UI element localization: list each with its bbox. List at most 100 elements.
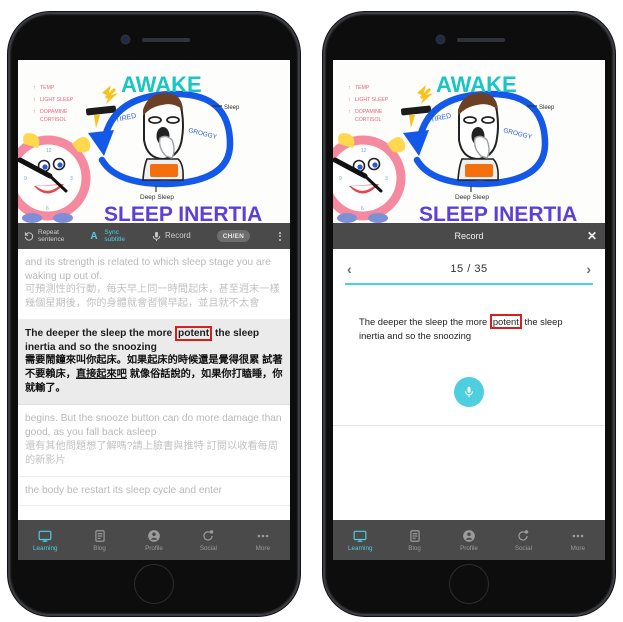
video-player-left[interactable]: 12 9 3 6 ↑ TEMP ↑ LIGHT SLEEP ↑ DOPAMINE CO… bbox=[18, 60, 290, 223]
tab-label: Social bbox=[199, 544, 217, 552]
subtitle-chinese: 還有其他問題想了解嗎?請上臉書與推特 訂閱以收看每周的新影片 bbox=[25, 440, 278, 466]
subtitle-list[interactable]: and its strength is related to which sle… bbox=[18, 249, 290, 520]
svg-text:Sleep: Sleep bbox=[224, 105, 240, 111]
svg-text:9: 9 bbox=[339, 176, 342, 182]
tab-social[interactable]: Social bbox=[181, 529, 235, 552]
svg-text:SLEEP INERTIA: SLEEP INERTIA bbox=[104, 203, 262, 223]
language-toggle-button[interactable]: CH/EN bbox=[216, 230, 250, 242]
video-player-right[interactable]: 12 9 3 6 ↑ TEMP ↑ LIGHT SLEEP ↑ DOPAMINE CO… bbox=[333, 60, 605, 223]
tab-learning[interactable]: Learning bbox=[333, 529, 387, 552]
subtitle-english: and its strength is related to which sle… bbox=[25, 257, 271, 282]
tab-profile[interactable]: Profile bbox=[127, 529, 181, 552]
subtitle-row[interactable]: begins. But the snooze button can do mor… bbox=[18, 405, 290, 477]
tab-label: Social bbox=[514, 544, 532, 552]
home-button[interactable] bbox=[134, 564, 174, 604]
subtitle-english-active: The deeper the sleep the more potent the… bbox=[25, 326, 283, 354]
svg-text:6: 6 bbox=[361, 206, 364, 212]
previous-sentence-button[interactable]: ‹ bbox=[347, 261, 352, 277]
video-toolbar: Repeat sentence A Sync subtitle Record C… bbox=[18, 223, 290, 249]
subtitle-chinese: 可預測性的行動，每天早上同一時間起床，甚至週末一樣 幾個星期後，你的身體就會習慣… bbox=[25, 284, 280, 310]
tab-more[interactable]: More bbox=[236, 529, 290, 552]
record-panel-body: ‹ 15 / 35 › The deeper the sleep the mor… bbox=[333, 249, 605, 520]
ellipsis-icon bbox=[257, 534, 269, 537]
subtitle-row-active[interactable]: The deeper the sleep the more potent the… bbox=[18, 320, 290, 406]
screen-right: 12 9 3 6 ↑ TEMP ↑ LIGHT SLEEP ↑ DOPAMINE CO… bbox=[333, 60, 605, 560]
tab-social[interactable]: Social bbox=[496, 529, 550, 552]
sentence-pager: ‹ 15 / 35 › bbox=[333, 249, 605, 277]
svg-text:LIGHT SLEEP: LIGHT SLEEP bbox=[40, 97, 74, 103]
record-sentence-before: The deeper the sleep the more bbox=[359, 316, 490, 327]
tab-label: More bbox=[570, 544, 585, 552]
next-sentence-button[interactable]: › bbox=[586, 261, 591, 277]
subtitle-english: the body be restart its sleep cycle and … bbox=[25, 484, 223, 496]
more-options-icon[interactable] bbox=[276, 230, 284, 243]
monitor-icon bbox=[38, 530, 52, 542]
record-highlighted-word[interactable]: potent bbox=[489, 314, 522, 329]
sync-subtitle-label: Sync subtitle bbox=[104, 228, 125, 243]
pager-separator: / bbox=[467, 263, 471, 275]
svg-text:SLEEP INERTIA: SLEEP INERTIA bbox=[419, 203, 577, 223]
tab-label: Profile bbox=[145, 544, 163, 552]
phone-bottom-bezel bbox=[10, 560, 298, 614]
tab-label: Blog bbox=[93, 544, 106, 552]
svg-text:↑: ↑ bbox=[348, 97, 351, 103]
subtitle-english: begins. But the snooze button can do mor… bbox=[25, 413, 282, 438]
home-button[interactable] bbox=[449, 564, 489, 604]
svg-text:CORTISOL: CORTISOL bbox=[40, 117, 67, 123]
svg-text:3: 3 bbox=[70, 176, 73, 182]
ellipsis-icon bbox=[572, 534, 584, 537]
subtitle-row[interactable]: and its strength is related to which sle… bbox=[18, 249, 290, 321]
document-icon bbox=[94, 529, 105, 542]
svg-text:DOPAMINE: DOPAMINE bbox=[355, 109, 383, 115]
svg-text:12: 12 bbox=[46, 148, 52, 154]
tab-label: More bbox=[255, 544, 270, 552]
pager-current: 15 bbox=[450, 263, 464, 275]
record-label: Record bbox=[164, 231, 191, 241]
monitor-icon bbox=[353, 530, 367, 542]
tab-label: Learning bbox=[32, 544, 58, 552]
svg-text:TEMP: TEMP bbox=[355, 85, 370, 91]
svg-text:DOPAMINE: DOPAMINE bbox=[40, 109, 68, 115]
pager-counter: 15 / 35 bbox=[450, 263, 487, 275]
tab-label: Blog bbox=[408, 544, 421, 552]
record-button[interactable]: Record bbox=[151, 231, 191, 242]
subtitle-row[interactable]: the body be restart its sleep cycle and … bbox=[18, 477, 290, 507]
document-icon bbox=[409, 529, 420, 542]
bottom-tab-bar-right: Learning Blog Profile Social More bbox=[333, 520, 605, 560]
microphone-icon bbox=[152, 231, 161, 241]
bottom-tab-bar-left: Learning Blog Profile Social More bbox=[18, 520, 290, 560]
svg-text:↑: ↑ bbox=[33, 97, 36, 103]
tab-learning[interactable]: Learning bbox=[18, 529, 72, 552]
person-icon bbox=[148, 529, 160, 542]
letter-a-icon: A bbox=[90, 230, 98, 242]
pager-total: 35 bbox=[474, 263, 488, 275]
tab-label: Profile bbox=[460, 544, 478, 552]
mic-button-wrap bbox=[333, 377, 605, 407]
subtitle-chinese-active: 需要鬧鐘來叫你起床。如果起床的時候還是覺得很累 試著不要賴床，直接起來吧 就像俗… bbox=[25, 354, 283, 396]
tab-blog[interactable]: Blog bbox=[387, 529, 441, 552]
svg-text:LIGHT SLEEP: LIGHT SLEEP bbox=[355, 97, 389, 103]
earpiece-speaker bbox=[142, 38, 190, 42]
zh-underlined-phrase[interactable]: 直接起來吧 bbox=[76, 369, 127, 380]
highlighted-word[interactable]: potent bbox=[175, 326, 213, 342]
phone-right: 12 9 3 6 ↑ TEMP ↑ LIGHT SLEEP ↑ DOPAMINE CO… bbox=[323, 12, 615, 616]
close-icon[interactable]: ✕ bbox=[587, 230, 597, 242]
phone-top-bezel bbox=[10, 14, 298, 60]
earpiece-speaker bbox=[457, 38, 505, 42]
svg-text:12: 12 bbox=[361, 148, 367, 154]
tab-profile[interactable]: Profile bbox=[442, 529, 496, 552]
svg-text:AWAKE: AWAKE bbox=[121, 72, 202, 97]
social-share-icon bbox=[518, 529, 529, 541]
record-panel-header: Record ✕ bbox=[333, 223, 605, 249]
repeat-sentence-button[interactable]: Repeat sentence bbox=[24, 229, 64, 244]
svg-text:CORTISOL: CORTISOL bbox=[355, 117, 382, 123]
panel-divider bbox=[333, 425, 605, 426]
sync-subtitle-button[interactable]: A Sync subtitle bbox=[90, 229, 125, 244]
record-mic-button[interactable] bbox=[454, 377, 484, 407]
tab-blog[interactable]: Blog bbox=[72, 529, 126, 552]
sentence-part-before: The deeper the sleep the more bbox=[25, 328, 176, 340]
tab-more[interactable]: More bbox=[551, 529, 605, 552]
phone-bottom-bezel bbox=[325, 560, 613, 614]
svg-text:3: 3 bbox=[385, 176, 388, 182]
record-sentence: The deeper the sleep the more potent the… bbox=[333, 285, 605, 343]
